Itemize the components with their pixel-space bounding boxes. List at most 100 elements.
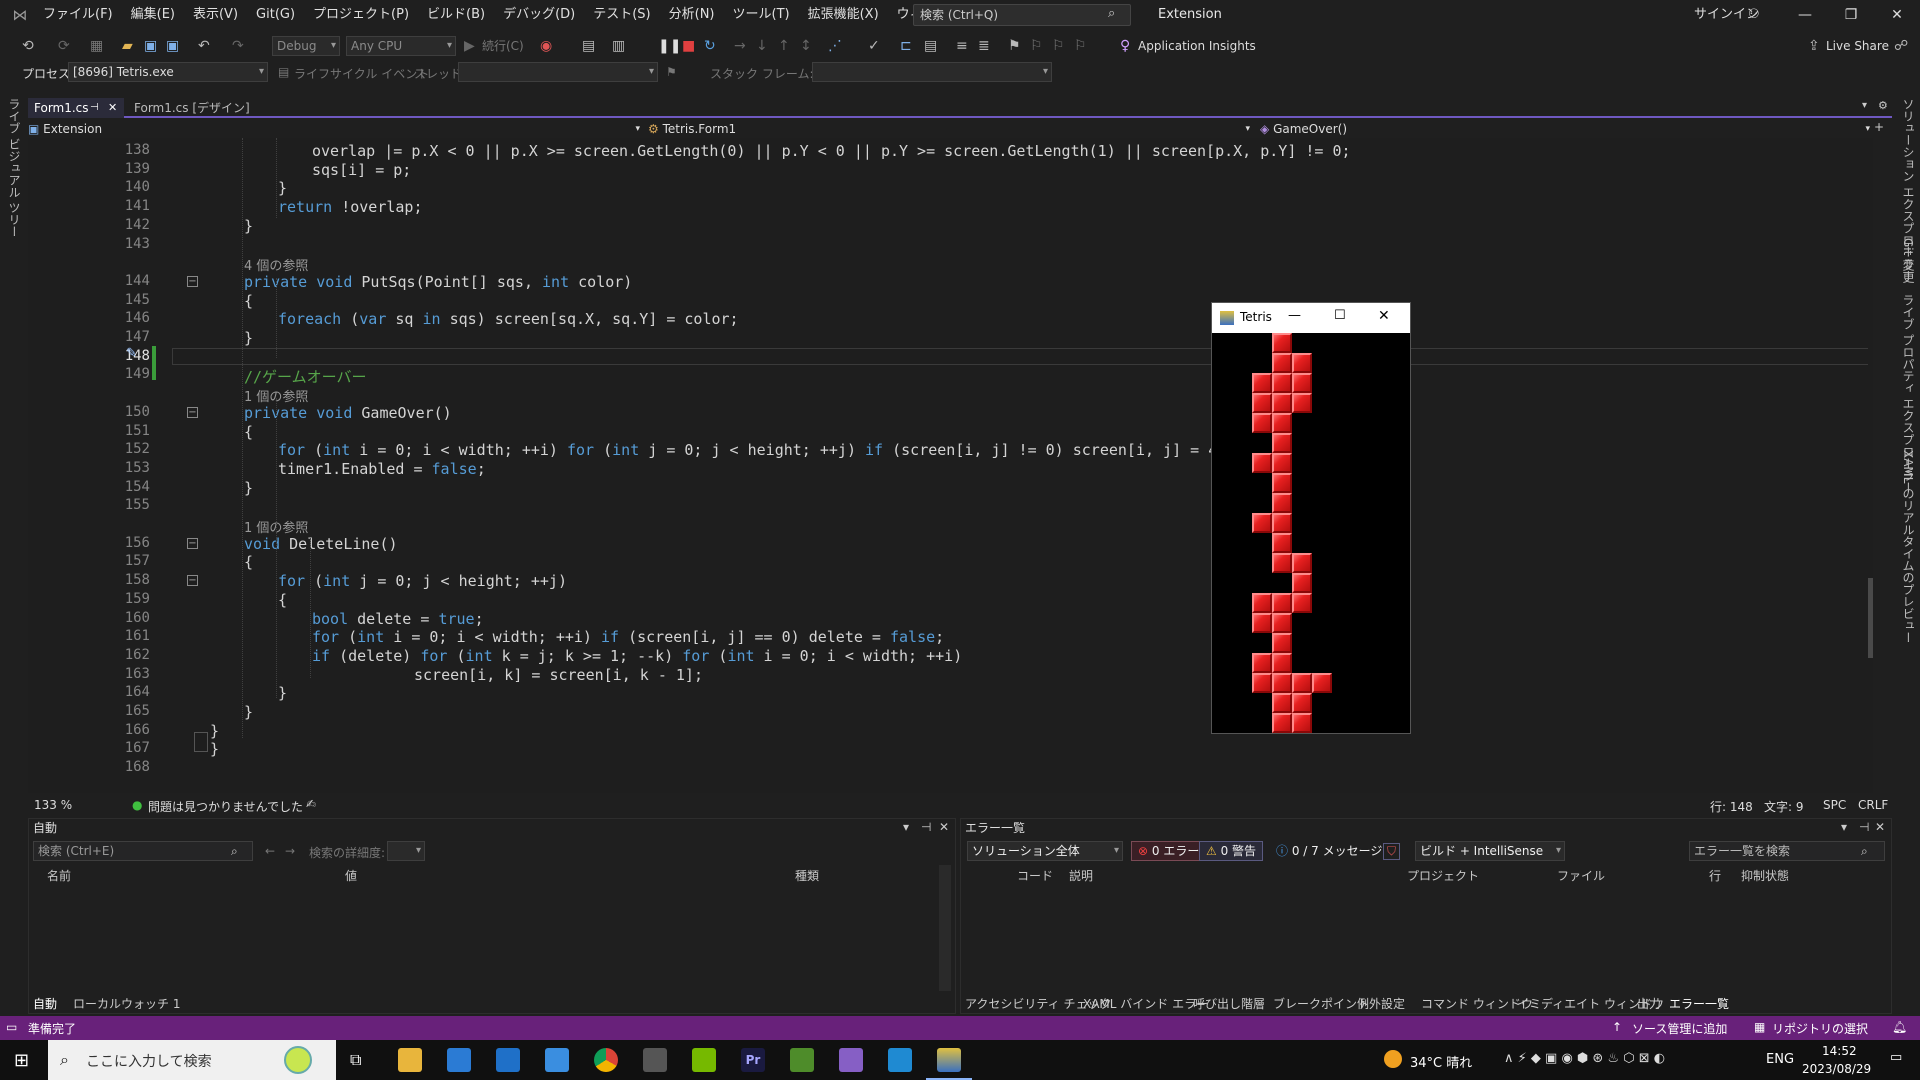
col-type[interactable]: 種類 (795, 867, 819, 884)
class-combo[interactable]: ⚙ Tetris.Form1 ▾ (648, 120, 1250, 138)
weather-icon[interactable] (1384, 1050, 1402, 1068)
flag-icon[interactable]: ⚑ (666, 65, 677, 79)
git-changes-tab[interactable]: Git 変更 (1900, 238, 1917, 283)
live-share-button[interactable]: Live Share (1826, 36, 1889, 56)
tab-locals[interactable]: ローカル (73, 995, 121, 1012)
project-combo[interactable]: ▣ Extension ▾ (28, 120, 640, 138)
outline-icon[interactable]: ▤ (924, 36, 937, 56)
line-ending-indicator[interactable]: CRLF (1858, 798, 1888, 812)
add-source-control-button[interactable]: ソース管理に追加 (1632, 1020, 1727, 1037)
search-depth-combo[interactable] (387, 841, 425, 861)
mail-icon[interactable] (496, 1048, 520, 1072)
pin-icon[interactable]: ⊣ (921, 820, 931, 834)
step-over-icon[interactable]: → (734, 36, 746, 56)
calendar-icon[interactable] (545, 1048, 569, 1072)
fold-toggle-icon[interactable]: − (187, 406, 198, 418)
application-insights-button[interactable]: Application Insights (1138, 36, 1256, 56)
redo-icon[interactable]: ↷ (232, 36, 244, 56)
fold-toggle-icon[interactable]: − (187, 575, 198, 587)
hot-reload-icon[interactable]: ◉ (540, 36, 552, 56)
tab-autos[interactable]: 自動 (33, 995, 57, 1012)
filter-icon[interactable]: ⛉ (1383, 843, 1401, 860)
bookmark-prev-icon[interactable]: ⚐ (1030, 36, 1043, 56)
indent-icon[interactable]: ≡ (956, 36, 968, 56)
menu-item-1[interactable]: 編集(E) (122, 0, 184, 30)
visual-studio-icon[interactable] (839, 1048, 863, 1072)
save-icon[interactable]: ▣ (144, 36, 157, 56)
tray-icons[interactable]: ∧ ⚡ ◆ ▣ ◉ ⬢ ⊛ ♨ ⬡ ⊠ ◐ (1504, 1051, 1665, 1066)
tab-settings-icon[interactable]: ⚙ (1878, 99, 1888, 112)
col-file[interactable]: ファイル (1557, 867, 1605, 884)
file-explorer-icon[interactable] (398, 1048, 422, 1072)
build-filter-combo[interactable]: ビルド + IntelliSense (1415, 841, 1565, 861)
split-icon[interactable]: + (1874, 120, 1884, 134)
clock-time[interactable]: 14:52 (1822, 1044, 1857, 1058)
forward-icon[interactable]: → (285, 844, 295, 858)
forward-icon[interactable]: ⟳ (58, 36, 70, 56)
code-line[interactable]: //ゲームオーバー (244, 366, 366, 387)
weather-text[interactable]: 34°C 晴れ (1410, 1052, 1472, 1071)
code-line[interactable]: } (278, 179, 287, 197)
menu-item-9[interactable]: ツール(T) (724, 0, 799, 30)
action-center-icon[interactable]: ▭ (1890, 1050, 1902, 1065)
tab-form1-cs[interactable]: Form1.cs ⊣ ✕ (28, 98, 124, 118)
lifecycle-events-button[interactable]: ライフサイクル イベント (294, 65, 429, 82)
stack-frame-combo[interactable] (812, 62, 1052, 82)
menu-item-3[interactable]: Git(G) (247, 0, 304, 30)
breakpoint-gutter-icon[interactable]: ✎ (126, 346, 137, 361)
platform-combo[interactable]: Any CPU (346, 36, 456, 56)
windows-start-icon[interactable]: ⊞ (14, 1050, 29, 1071)
tetris-window[interactable]: Tetris — ☐ ✕ (1211, 302, 1411, 734)
spellcheck-icon[interactable]: ✓ (868, 36, 880, 56)
step-out-icon[interactable]: ↑ (778, 36, 790, 56)
diagnostics-icon[interactable]: ⋰ (828, 36, 842, 56)
col-line[interactable]: 行 (1709, 867, 1721, 884)
tetris-maximize-button[interactable]: ☐ (1334, 308, 1346, 323)
panel-menu-icon[interactable]: ▾ (1841, 820, 1847, 834)
code-line[interactable]: } (244, 217, 253, 235)
format-icon[interactable]: ⊏ (900, 36, 912, 56)
layout-icon[interactable]: ▥ (612, 36, 625, 56)
code-line[interactable]: sqs[i] = p; (312, 161, 411, 179)
code-line[interactable]: overlap |= p.X < 0 || p.X >= screen.GetL… (312, 142, 1351, 160)
bookmark-icon[interactable]: ⚑ (1008, 36, 1021, 56)
error-panel-tab-1[interactable]: XAML バインド エラー (1083, 995, 1208, 1012)
code-line[interactable]: void DeleteLine() (244, 535, 398, 553)
vertical-scrollbar[interactable] (1868, 138, 1873, 793)
code-line[interactable]: } (210, 722, 219, 740)
menu-item-7[interactable]: テスト(S) (584, 0, 659, 30)
issues-status[interactable]: 問題は見つかりませんでした (148, 798, 303, 815)
back-icon[interactable]: ⟲ (22, 36, 34, 56)
share-icon[interactable]: ⇪ (1808, 36, 1820, 56)
code-line[interactable]: return !overlap; (278, 198, 423, 216)
tab-form1-design[interactable]: Form1.cs [デザイン] (128, 98, 256, 118)
menu-item-2[interactable]: 表示(V) (184, 0, 247, 30)
code-line[interactable]: { (278, 591, 287, 609)
config-combo[interactable]: Debug (272, 36, 340, 56)
thread-combo[interactable] (458, 62, 658, 82)
stop-icon[interactable]: ■ (682, 36, 695, 56)
bulb-icon[interactable]: ♀ (1120, 36, 1130, 56)
code-line[interactable]: } (210, 740, 219, 758)
close-button[interactable]: ✕ (1874, 0, 1920, 30)
error-panel-tab-2[interactable]: 呼び出し階層 (1193, 995, 1265, 1012)
code-line[interactable]: } (244, 329, 253, 347)
pin-icon[interactable]: ⊣ (90, 98, 99, 118)
code-line[interactable]: private void PutSqs(Point[] sqs, int col… (244, 273, 632, 291)
select-repository-button[interactable]: リポジトリの選択 (1772, 1020, 1868, 1037)
zoom-combo[interactable]: 133 % (34, 798, 72, 812)
search-input[interactable]: 検索 (Ctrl+Q) (913, 4, 1131, 26)
continue-icon[interactable]: ▶ (464, 36, 475, 56)
notifications-icon[interactable]: 🔔︎ (1892, 1020, 1907, 1034)
code-line[interactable]: bool delete = true; (312, 610, 484, 628)
step-icon[interactable]: ↕ (800, 36, 812, 56)
autos-scrollbar[interactable] (939, 865, 951, 991)
lifecycle-icon[interactable]: ▤ (278, 65, 289, 79)
whitespace-indicator[interactable]: SPC (1823, 798, 1846, 812)
minimize-button[interactable]: — (1782, 0, 1828, 30)
brush-icon[interactable]: ✍ (306, 797, 316, 811)
fold-toggle-icon[interactable]: − (187, 537, 198, 549)
task-view-icon[interactable]: ⧉ (350, 1050, 361, 1070)
errors-filter-button[interactable]: ⊗ 0 エラー (1131, 841, 1207, 861)
taskbar-search-input[interactable]: ⌕ ここに入力して検索 (48, 1040, 336, 1080)
